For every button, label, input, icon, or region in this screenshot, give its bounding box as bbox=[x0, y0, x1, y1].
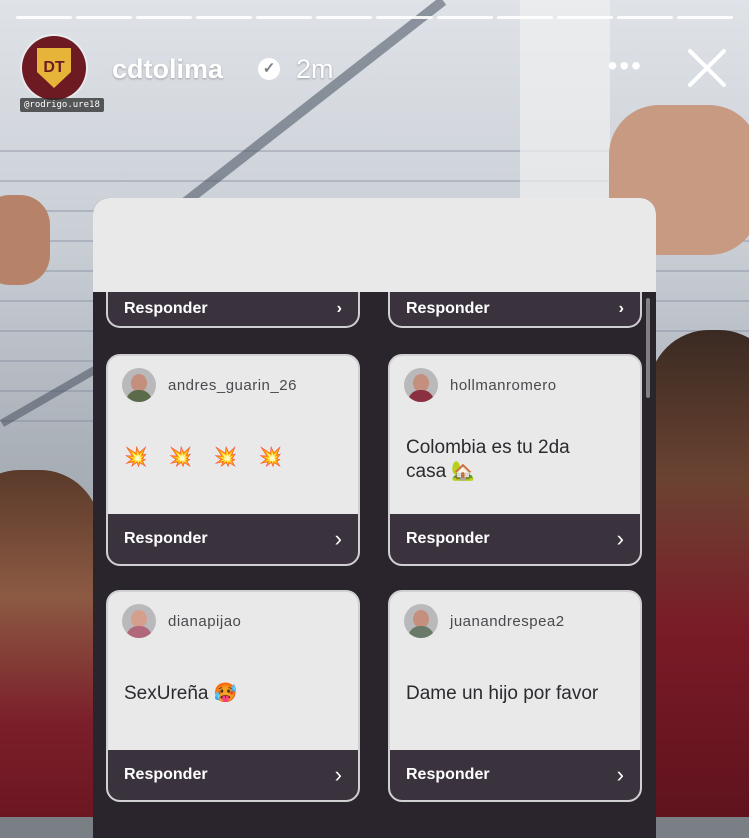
screenshot-scrollbar bbox=[646, 298, 650, 398]
reply-label: Responder bbox=[124, 766, 208, 783]
screenshot-top-area bbox=[93, 198, 656, 292]
close-icon[interactable] bbox=[685, 46, 729, 90]
story-timestamp: 2m bbox=[296, 54, 334, 84]
card-message: Dame un hijo por favor bbox=[406, 683, 599, 704]
card-user: juanandrespea2 bbox=[404, 604, 565, 638]
card-username: hollmanromero bbox=[450, 376, 557, 394]
reply-button[interactable]: Responder › bbox=[108, 750, 358, 800]
card-message: SexUreña 🥵 bbox=[124, 683, 238, 704]
avatar bbox=[404, 604, 438, 638]
story-progress-bar bbox=[16, 16, 733, 19]
progress-segment bbox=[436, 16, 493, 19]
avatar bbox=[122, 604, 156, 638]
card-user: andres_guarin_26 bbox=[122, 368, 297, 402]
progress-segment bbox=[136, 16, 193, 19]
reply-button-top-right[interactable]: Responder › bbox=[388, 292, 642, 328]
progress-segment bbox=[676, 16, 733, 19]
reply-button[interactable]: Responder › bbox=[108, 514, 358, 564]
card-message: Colombia es tu 2da casa 🏡 bbox=[406, 437, 570, 482]
response-card: dianapijao SexUreña 🥵 Responder › bbox=[106, 590, 360, 802]
progress-segment bbox=[376, 16, 433, 19]
reply-button[interactable]: Responder › bbox=[390, 750, 640, 800]
response-card: hollmanromero Colombia es tu 2da casa 🏡 … bbox=[388, 354, 642, 566]
progress-segment bbox=[316, 16, 373, 19]
reply-button[interactable]: Responder › bbox=[390, 514, 640, 564]
card-user: dianapijao bbox=[122, 604, 241, 638]
card-username: dianapijao bbox=[168, 612, 242, 630]
reply-label: Responder bbox=[406, 766, 490, 783]
more-options-icon[interactable]: ••• bbox=[608, 52, 643, 80]
card-message: 💥 💥 💥 💥 bbox=[124, 447, 291, 468]
progress-segment bbox=[616, 16, 673, 19]
account-avatar[interactable]: DT bbox=[22, 36, 86, 100]
reply-label: Responder bbox=[124, 300, 208, 317]
reply-label: Responder bbox=[406, 300, 490, 317]
progress-segment bbox=[196, 16, 253, 19]
card-username: andres_guarin_26 bbox=[168, 376, 297, 394]
progress-segment bbox=[556, 16, 613, 19]
account-username[interactable]: cdtolima bbox=[112, 54, 223, 85]
chevron-right-icon: › bbox=[334, 526, 342, 551]
card-username: juanandrespea2 bbox=[450, 612, 565, 630]
response-card: juanandrespea2 Dame un hijo por favor Re… bbox=[388, 590, 642, 802]
progress-segment bbox=[496, 16, 553, 19]
reply-label: Responder bbox=[406, 530, 490, 547]
chevron-right-icon: › bbox=[618, 300, 624, 317]
mention-tag[interactable]: @rodrigo.ure18 bbox=[20, 98, 104, 112]
progress-segment bbox=[16, 16, 73, 19]
chevron-right-icon: › bbox=[334, 762, 342, 787]
verified-badge-icon: ✓ bbox=[258, 58, 280, 80]
chevron-right-icon: › bbox=[336, 300, 342, 317]
chevron-right-icon: › bbox=[616, 762, 624, 787]
progress-segment bbox=[256, 16, 313, 19]
response-card: andres_guarin_26 💥 💥 💥 💥 Responder › bbox=[106, 354, 360, 566]
progress-segment bbox=[76, 16, 133, 19]
shared-screenshot: Responder › Responder › andres_guarin_26… bbox=[93, 198, 656, 838]
card-user: hollmanromero bbox=[404, 368, 557, 402]
reply-label: Responder bbox=[124, 530, 208, 547]
chevron-right-icon: › bbox=[616, 526, 624, 551]
club-crest-logo: DT bbox=[37, 48, 71, 88]
story-header: DT @rodrigo.ure18 cdtolima ✓ 2m ••• bbox=[20, 36, 729, 112]
avatar bbox=[404, 368, 438, 402]
avatar bbox=[122, 368, 156, 402]
reply-button-top-left[interactable]: Responder › bbox=[106, 292, 360, 328]
